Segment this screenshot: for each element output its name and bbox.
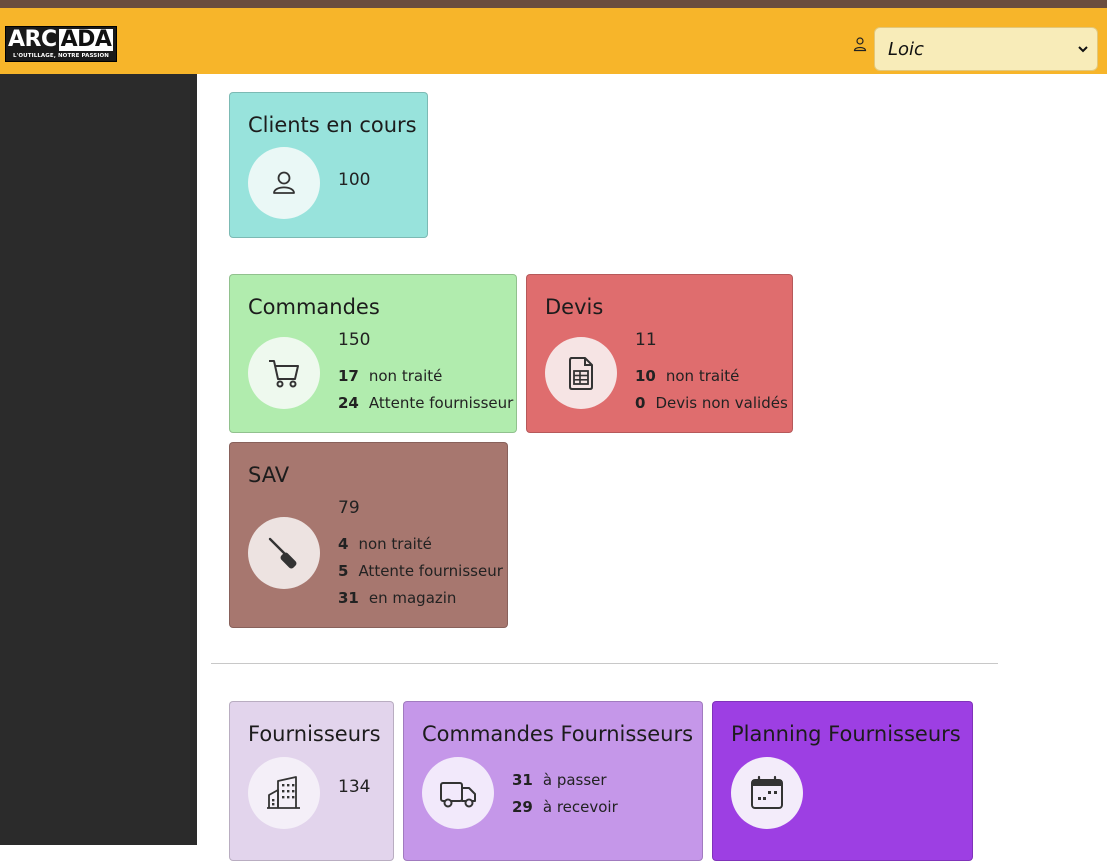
card-title: Commandes Fournisseurs	[422, 722, 694, 746]
icon-circle	[545, 337, 617, 409]
stat-row: 31 à passer	[512, 771, 607, 789]
truck-icon	[440, 782, 476, 808]
logo-text-ada: ADA	[58, 26, 114, 52]
stat-label: Attente fournisseur	[358, 562, 503, 580]
card-clients-en-cours[interactable]: Clients en cours 100	[229, 92, 428, 238]
stat-label: non traité	[665, 367, 740, 385]
stat-value: 17	[338, 367, 359, 385]
card-commandes-fournisseurs[interactable]: Commandes Fournisseurs 31 à passer 29 à re…	[403, 701, 703, 861]
card-planning-fournisseurs[interactable]: Planning Fournisseurs	[712, 701, 973, 861]
stat-row: 10 non traité	[635, 367, 739, 385]
stat-row: 29 à recevoir	[512, 798, 618, 816]
stat-row: 0 Devis non validés	[635, 394, 788, 412]
stat-value: 10	[635, 367, 656, 385]
stat-label: Devis non validés	[655, 394, 788, 412]
card-title: Devis	[545, 295, 604, 319]
stat-value: 0	[635, 394, 646, 412]
user-select-value: Loic	[888, 39, 924, 60]
icon-circle	[248, 757, 320, 829]
stat-value: 29	[512, 798, 533, 816]
stat-value: 4	[338, 535, 349, 553]
stat-label: Attente fournisseur	[368, 394, 514, 412]
stat-label: non traité	[368, 367, 443, 385]
card-title: SAV	[248, 463, 290, 487]
card-fournisseurs[interactable]: Fournisseurs 134	[229, 701, 394, 861]
card-title: Clients en cours	[248, 113, 417, 137]
sidebar	[0, 74, 197, 845]
top-strip	[0, 0, 1107, 8]
logo-text-arc: ARC	[8, 27, 57, 52]
icon-circle	[248, 337, 320, 409]
icon-circle	[731, 757, 803, 829]
screwdriver-icon	[268, 537, 297, 569]
buildings-icon	[267, 776, 300, 809]
stat-label: en magazin	[368, 589, 457, 607]
card-title: Fournisseurs	[248, 722, 381, 746]
card-sav[interactable]: SAV 79 4 non traité 5 Attente fournisseur …	[229, 442, 508, 628]
cart-icon	[269, 360, 299, 388]
stat-label: à recevoir	[542, 798, 618, 816]
icon-circle	[248, 147, 320, 219]
arcada-logo[interactable]: ARC ADA L'OUTILLAGE, NOTRE PASSION	[5, 26, 117, 62]
stat-label: à passer	[542, 771, 607, 789]
stat-value: 31	[338, 589, 359, 607]
stat-row: 5 Attente fournisseur	[338, 562, 503, 580]
fournisseurs-count: 134	[338, 777, 371, 797]
stat-value: 5	[338, 562, 349, 580]
stat-row: 31 en magazin	[338, 589, 456, 607]
section-divider	[211, 663, 998, 664]
card-commandes[interactable]: Commandes 150 17 non traité 24 Attente fou…	[229, 274, 517, 433]
commandes-count: 150	[338, 330, 371, 350]
stat-value: 31	[512, 771, 533, 789]
devis-count: 11	[635, 330, 657, 350]
spreadsheet-file-icon	[569, 357, 593, 390]
icon-circle	[422, 757, 494, 829]
chevron-down-icon	[1078, 46, 1088, 53]
sav-count: 79	[338, 498, 360, 518]
user-icon	[853, 37, 867, 52]
stat-value: 24	[338, 394, 359, 412]
card-title: Planning Fournisseurs	[731, 722, 961, 746]
user-select[interactable]: Loic	[874, 27, 1098, 71]
stat-label: non traité	[358, 535, 432, 553]
stat-row: 17 non traité	[338, 367, 442, 385]
person-icon	[273, 171, 295, 194]
icon-circle	[248, 517, 320, 589]
stat-row: 24 Attente fournisseur	[338, 394, 513, 412]
stat-row: 4 non traité	[338, 535, 432, 553]
logo-tagline: L'OUTILLAGE, NOTRE PASSION	[13, 53, 109, 59]
clients-count: 100	[338, 170, 371, 190]
logo-wordmark: ARC ADA	[6, 27, 116, 52]
calendar-icon	[751, 775, 783, 809]
card-devis[interactable]: Devis 11 10 non traité 0 Devis non validés	[526, 274, 793, 433]
card-title: Commandes	[248, 295, 380, 319]
top-header: ARC ADA L'OUTILLAGE, NOTRE PASSION Loic	[0, 8, 1107, 74]
